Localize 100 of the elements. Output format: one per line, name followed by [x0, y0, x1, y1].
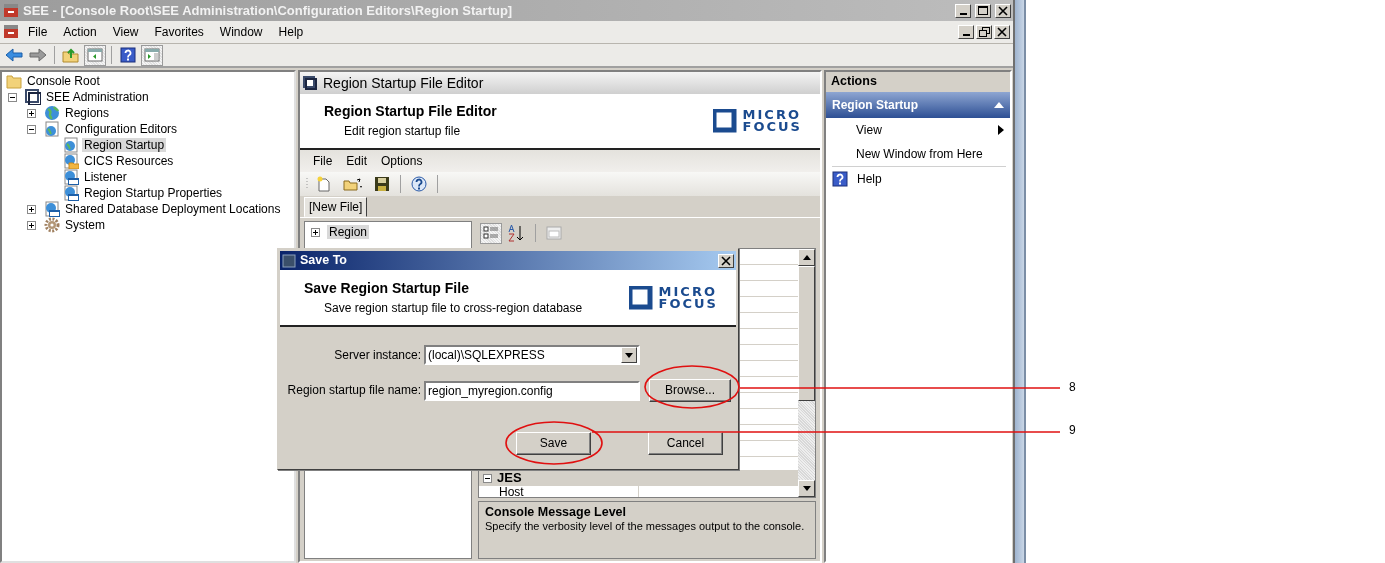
- expand-icon[interactable]: [27, 204, 36, 214]
- logo-text: MICRO FOCUS: [742, 109, 802, 133]
- property-name: Host: [479, 486, 639, 497]
- close-icon: [998, 5, 1008, 16]
- expand-icon[interactable]: [27, 108, 36, 118]
- file-name-field[interactable]: region_myregion.config: [424, 380, 640, 401]
- logo-text: MICRO FOCUS: [658, 285, 718, 310]
- collapse-icon[interactable]: [27, 124, 36, 134]
- restore-button[interactable]: [976, 25, 992, 39]
- menu-item[interactable]: View: [105, 22, 146, 42]
- globe-console-icon: [44, 201, 60, 217]
- up-folder-icon: [62, 47, 80, 63]
- close-icon: [997, 27, 1007, 37]
- callout-number: 9: [1069, 423, 1076, 438]
- section-header[interactable]: Region Startup: [826, 92, 1010, 118]
- help-icon: [832, 171, 848, 187]
- maximize-button[interactable]: [975, 3, 991, 18]
- menu-item[interactable]: Edit: [339, 151, 375, 171]
- sort-az-icon: [508, 224, 526, 242]
- menu-item[interactable]: Window: [212, 22, 270, 42]
- actions-header: Actions: [826, 72, 1010, 92]
- server-dropdown[interactable]: (local)\SQLEXPRESS: [424, 345, 640, 365]
- menu-item[interactable]: File: [21, 22, 55, 42]
- menu-item[interactable]: Favorites: [147, 22, 211, 42]
- menu-item[interactable]: File: [306, 151, 340, 171]
- tree-item[interactable]: Console Root: [25, 73, 102, 89]
- tree-pane-icon: [87, 48, 103, 62]
- section-title: Region Startup: [832, 97, 918, 113]
- dropdown-arrow-icon: [625, 352, 633, 358]
- toolbar-button[interactable]: [408, 173, 430, 195]
- dialog-icon: [282, 253, 296, 268]
- help-icon: [411, 176, 427, 192]
- action-pane-icon: [144, 48, 160, 62]
- collapse-icon[interactable]: [8, 92, 17, 102]
- menu-item[interactable]: Help: [271, 22, 311, 42]
- globe-document-icon: [63, 137, 79, 153]
- categorized-icon: [483, 225, 499, 241]
- help-icon: [120, 47, 136, 63]
- close-icon: [721, 255, 731, 266]
- minimize-button[interactable]: [958, 25, 974, 39]
- action-link[interactable]: View: [856, 122, 882, 138]
- collapse-icon[interactable]: [483, 473, 492, 483]
- action-link[interactable]: Help: [857, 171, 882, 187]
- logo-icon: [628, 285, 655, 310]
- minimize-icon: [962, 34, 970, 36]
- minimize-icon: [959, 12, 967, 15]
- tree-item[interactable]: CICS Resources: [82, 153, 176, 169]
- console-icon: [303, 76, 317, 90]
- tab[interactable]: [New File]: [304, 196, 368, 217]
- expand-icon[interactable]: [27, 220, 36, 230]
- field-label: Server instance:: [333, 347, 422, 363]
- back-icon: [5, 47, 23, 63]
- close-button[interactable]: [994, 25, 1010, 39]
- banner-subtitle: Edit region startup file: [344, 124, 462, 139]
- maximize-icon: [978, 6, 988, 15]
- new-file-icon: [316, 176, 332, 192]
- menu-item[interactable]: Options: [374, 151, 430, 171]
- tree-item[interactable]: System: [63, 217, 107, 233]
- scroll-down-icon: [802, 486, 811, 491]
- action-link[interactable]: New Window from Here: [856, 146, 983, 162]
- dialog-title: Save To: [300, 253, 348, 268]
- banner-title: Region Startup File Editor: [324, 103, 497, 121]
- dialog-subtitle: Save region startup file to cross-region database: [324, 300, 583, 316]
- folder-icon: [6, 73, 22, 89]
- tree-item[interactable]: Region: [327, 224, 370, 240]
- dialog-heading: Save Region Startup File: [304, 279, 470, 297]
- close-button[interactable]: [718, 253, 734, 268]
- scrollbar[interactable]: [798, 249, 815, 497]
- globe-icon: [44, 105, 60, 121]
- app-icon: [3, 24, 19, 40]
- field-label: Region startup file name:: [286, 383, 422, 398]
- expand-icon[interactable]: [311, 227, 320, 237]
- globe-document-icon: [44, 121, 60, 137]
- tree-item[interactable]: Shared Database Deployment Locations: [63, 201, 283, 217]
- browse-button[interactable]: Browse...: [649, 379, 731, 402]
- scroll-up-icon: [802, 255, 811, 260]
- tree-item[interactable]: Configuration Editors: [63, 121, 180, 137]
- console-icon: [25, 89, 41, 105]
- tree-item[interactable]: Listener: [82, 169, 129, 185]
- categorized-button[interactable]: [480, 222, 502, 244]
- property-pages-icon: [546, 226, 562, 240]
- gear-icon: [44, 217, 60, 233]
- cancel-button[interactable]: Cancel: [648, 432, 723, 455]
- forward-icon: [29, 47, 47, 63]
- globe-console-icon: [63, 185, 79, 201]
- toolbar-button[interactable]: [117, 44, 139, 66]
- restore-icon: [978, 27, 990, 37]
- open-folder-icon: [343, 176, 363, 192]
- close-button[interactable]: [995, 3, 1011, 18]
- logo-icon: [712, 109, 739, 133]
- panel-title: Region Startup File Editor: [323, 74, 484, 92]
- minimize-button[interactable]: [955, 3, 971, 18]
- tree-item[interactable]: SEE Administration: [44, 89, 151, 105]
- menu-item[interactable]: Action: [56, 22, 104, 42]
- tree-item[interactable]: Region Startup: [82, 137, 167, 153]
- description-text: Specify the verbosity level of the messages output to the console.: [485, 520, 806, 534]
- save-button[interactable]: Save: [516, 432, 591, 455]
- tree-item[interactable]: Regions: [63, 105, 112, 121]
- save-icon: [374, 176, 390, 192]
- tree-item[interactable]: Region Startup Properties: [82, 185, 225, 201]
